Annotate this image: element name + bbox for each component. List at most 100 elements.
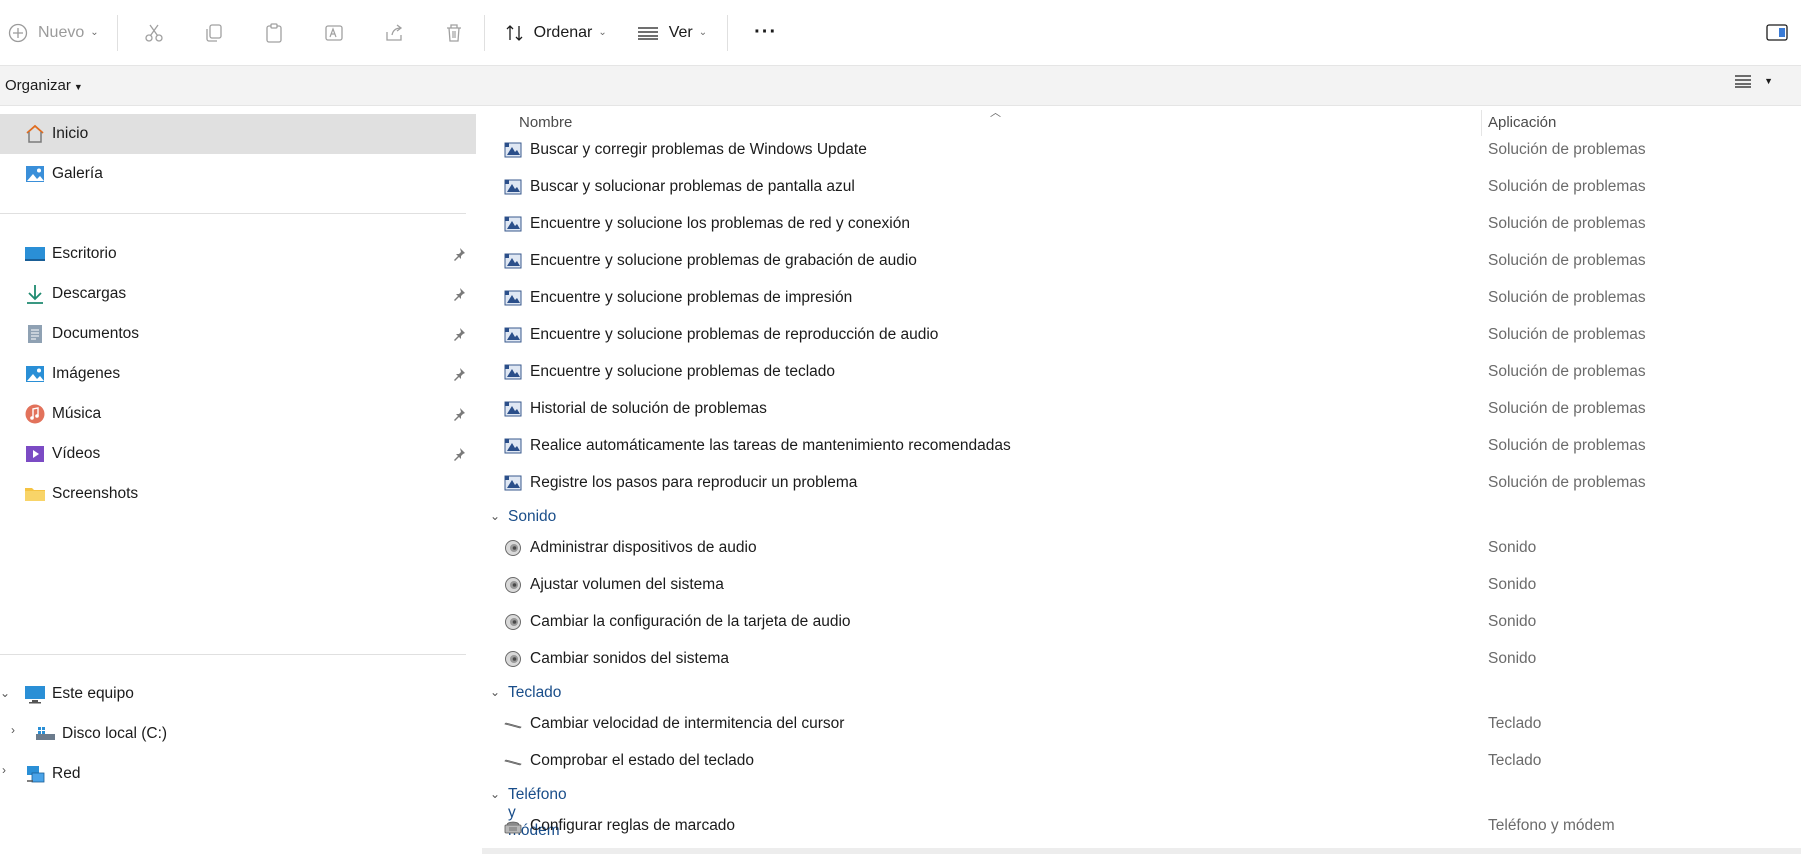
view-button[interactable]: Ver ⌄ [629, 13, 715, 53]
sidebar-item-documentos[interactable]: Documentos [0, 314, 476, 354]
item-name: Cambiar la configuración de la tarjeta d… [530, 613, 851, 630]
toolbar-separator [116, 14, 118, 51]
group-label: Sonido [508, 508, 557, 525]
scissors-icon [144, 24, 163, 42]
list-item[interactable]: Encuentre y solucione problemas de impre… [478, 280, 1801, 317]
paste-button[interactable] [250, 13, 298, 53]
sidebar-item-descargas[interactable]: Descargas [0, 274, 476, 314]
list-item[interactable]: Cambiar sonidos del sistema Sonido [478, 641, 1801, 678]
network-icon [24, 763, 46, 785]
sidebar-item-label: Descargas [52, 285, 127, 302]
list-item[interactable]: Cambiar velocidad de intermitencia del c… [478, 706, 1801, 743]
videos-icon [24, 443, 46, 465]
item-application: Solución de problemas [1488, 215, 1646, 232]
item-application: Sonido [1488, 576, 1537, 593]
details-pane-button[interactable] [1766, 22, 1790, 44]
pin-icon[interactable] [452, 327, 466, 341]
list-item[interactable]: Configurar reglas de marcado Teléfono y … [478, 808, 1801, 845]
speaker-icon [505, 540, 521, 556]
pin-icon[interactable] [452, 247, 466, 261]
sidebar-item-musica[interactable]: Música [0, 394, 476, 434]
list-item[interactable]: Encuentre y solucione problemas de repro… [478, 317, 1801, 354]
sidebar-item-screenshots[interactable]: Screenshots [0, 474, 476, 514]
sidebar-item-galeria[interactable]: Galería [0, 154, 476, 194]
music-icon [24, 403, 46, 425]
horizontal-scrollbar[interactable] [482, 848, 1801, 854]
keyboard-icon [504, 759, 522, 766]
view-dropdown-icon[interactable]: ▼ [1764, 76, 1773, 86]
sidebar-item-label: Red [52, 765, 81, 782]
cut-button[interactable] [130, 13, 178, 53]
details-view-icon[interactable] [1734, 72, 1752, 90]
new-button-label: Nuevo [38, 23, 85, 41]
list-item[interactable]: Registre los pasos para reproducir un pr… [478, 465, 1801, 502]
sidebar-item-escritorio[interactable]: Escritorio [0, 234, 476, 274]
speaker-icon [505, 614, 521, 630]
list-item[interactable]: Buscar y solucionar problemas de pantall… [478, 169, 1801, 206]
share-button[interactable] [370, 13, 418, 53]
list-item[interactable]: Administrar dispositivos de audio Sonido [478, 530, 1801, 567]
new-button[interactable]: Nuevo ⌄ [0, 13, 107, 53]
troubleshooting-icon [504, 290, 522, 306]
item-application: Solución de problemas [1488, 400, 1646, 417]
sidebar-item-videos[interactable]: Vídeos [0, 434, 476, 474]
item-name: Encuentre y solucione problemas de tecla… [530, 363, 836, 380]
organize-menu-button[interactable]: Organizar ▼ [0, 77, 83, 94]
pin-icon[interactable] [452, 287, 466, 301]
sort-button[interactable]: Ordenar ⌄ [497, 13, 615, 53]
list-item[interactable]: Ajustar volumen del sistema Sonido [478, 567, 1801, 604]
group-label: Teclado [508, 684, 562, 701]
item-application: Solución de problemas [1488, 363, 1646, 380]
toolbar-separator [727, 14, 729, 51]
document-icon [24, 323, 46, 345]
chevron-down-icon: ⌄ [90, 27, 99, 38]
sidebar-item-label: Documentos [52, 325, 140, 342]
delete-button[interactable] [430, 13, 478, 53]
column-header-application[interactable]: Aplicación [1488, 114, 1556, 131]
copy-icon [205, 23, 222, 42]
sidebar-item-este-equipo[interactable]: Este equipo [0, 674, 476, 714]
list-item[interactable]: Realice automáticamente las tareas de ma… [478, 428, 1801, 465]
pin-icon[interactable] [452, 447, 466, 461]
item-application: Teléfono y módem [1488, 817, 1615, 834]
troubleshooting-icon [504, 327, 522, 343]
sidebar-item-inicio[interactable]: Inicio [0, 114, 476, 154]
sidebar-item-label: Galería [52, 165, 103, 182]
rename-button[interactable] [310, 13, 358, 53]
item-name: Ajustar volumen del sistema [530, 576, 724, 593]
list-item[interactable]: Cambiar la configuración de la tarjeta d… [478, 604, 1801, 641]
more-options-button[interactable]: ··· [746, 13, 785, 53]
item-application: Teclado [1488, 752, 1542, 769]
list-item[interactable]: Encuentre y solucione problemas de graba… [478, 243, 1801, 280]
sidebar-item-red[interactable]: Red [0, 754, 476, 794]
copy-button[interactable] [190, 13, 238, 53]
view-mode-control: ▼ [1734, 72, 1773, 90]
column-header-name[interactable]: Nombre [519, 114, 572, 131]
list-item[interactable]: Comprobar el estado del teclado Teclado [478, 743, 1801, 780]
pin-icon[interactable] [452, 367, 466, 381]
list-item[interactable]: Encuentre y solucione los problemas de r… [478, 206, 1801, 243]
troubleshooting-icon [504, 438, 522, 454]
list-item[interactable]: Encuentre y solucione problemas de tecla… [478, 354, 1801, 391]
sidebar-item-disco-local[interactable]: Disco local (C:) [0, 714, 476, 754]
sidebar-item-label: Disco local (C:) [62, 725, 168, 742]
item-application: Sonido [1488, 613, 1537, 630]
list-item[interactable]: Historial de solución de problemas Soluc… [478, 391, 1801, 428]
sidebar-item-label: Escritorio [52, 245, 117, 262]
home-icon [24, 123, 46, 145]
item-name: Encuentre y solucione problemas de repro… [530, 326, 939, 343]
caret-down-icon: ▼ [73, 82, 83, 92]
item-name: Administrar dispositivos de audio [530, 539, 757, 556]
file-list: ︿ Nombre Aplicación Buscar y corregir pr… [478, 106, 1801, 854]
item-name: Buscar y solucionar problemas de pantall… [530, 178, 855, 195]
item-name: Encuentre y solucione los problemas de r… [530, 215, 910, 232]
list-item[interactable]: Buscar y corregir problemas de Windows U… [478, 132, 1801, 169]
command-bar: Nuevo ⌄ Ordenar ⌄ Ver ⌄ ··· [0, 0, 1801, 66]
pin-icon[interactable] [452, 407, 466, 421]
computer-icon [24, 683, 46, 705]
organize-label: Organizar [5, 77, 71, 94]
item-application: Solución de problemas [1488, 474, 1646, 491]
sidebar-item-label: Vídeos [52, 445, 101, 462]
trash-icon [446, 23, 461, 42]
sidebar-item-imagenes[interactable]: Imágenes [0, 354, 476, 394]
